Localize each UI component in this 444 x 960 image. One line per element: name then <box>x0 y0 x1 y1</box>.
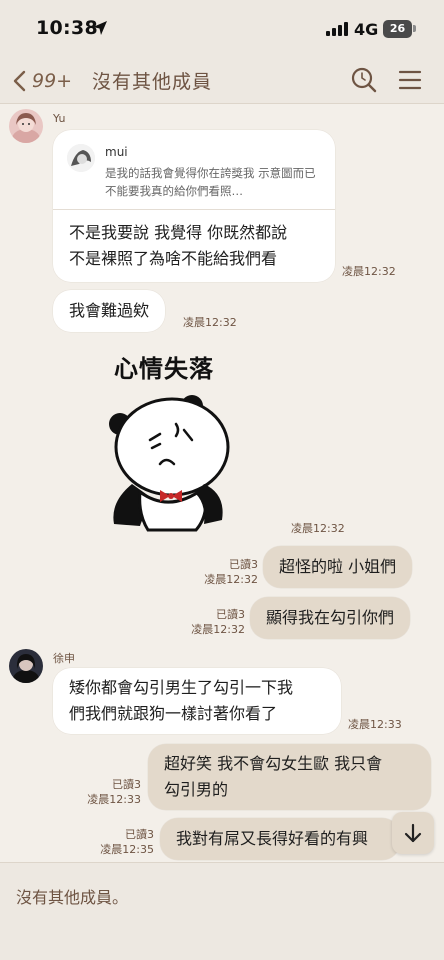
read-receipt: 已讀3 <box>229 558 258 571</box>
location-arrow-icon <box>93 21 107 35</box>
sender-name: 徐申 <box>53 652 75 665</box>
quoted-sender: mui <box>105 145 128 159</box>
message-time: 凌晨12:32 <box>191 623 245 636</box>
unread-count: 99+ <box>32 70 73 92</box>
status-time: 10:38 <box>36 17 98 39</box>
back-button[interactable]: 99+ <box>12 64 78 98</box>
message-bubble[interactable]: 超好笑 我不會勾女生歐 我只會 勾引男的 <box>148 744 431 810</box>
message-time: 凌晨12:32 <box>183 316 237 329</box>
message-text-line: 矮你都會勾引男生了勾引一下我 <box>69 678 294 697</box>
message-bubble[interactable]: 顯得我在勾引你們 <box>250 597 411 639</box>
avatar-image <box>9 649 43 683</box>
message-time: 凌晨12:32 <box>342 265 396 278</box>
read-receipt: 已讀3 <box>216 608 245 621</box>
message-text-line: 不是我要說 我覺得 你既然都說 <box>69 223 288 242</box>
read-receipt: 已讀3 <box>112 778 141 791</box>
menu-icon[interactable] <box>397 67 423 93</box>
message-time: 凌晨12:33 <box>87 793 141 806</box>
battery-icon: 26 <box>383 20 412 38</box>
chevron-left-icon <box>13 70 26 92</box>
search-icon[interactable] <box>350 66 378 94</box>
no-members-notice: 沒有其他成員。 <box>16 888 129 907</box>
battery-cap <box>413 25 416 32</box>
chat-header: 99+ 沒有其他成員 <box>0 58 444 104</box>
arrow-down-icon <box>404 823 422 843</box>
message-text-line: 們我們就跟狗一樣討著你看了 <box>69 704 278 723</box>
avatar-image <box>9 109 43 143</box>
avatar-yu[interactable] <box>9 109 43 143</box>
message-bubble[interactable]: 我會難過欸 <box>53 290 166 332</box>
message-text: 不是我要說 我覺得 你既然都說 不是裸照了為啥不能給我們看 <box>69 220 327 272</box>
sender-name: Yu <box>53 112 66 125</box>
message-time: 凌晨12:32 <box>204 573 258 586</box>
network-type: 4G <box>354 20 379 39</box>
chat-title: 沒有其他成員 <box>92 71 213 93</box>
sticker-caption: 心情失落 <box>114 355 214 383</box>
quoted-message[interactable]: mui 是我的話我會覺得你在誇獎我 示意圖而已 不能要我真的給你們看照… <box>53 130 335 210</box>
signal-icon <box>326 22 348 36</box>
chat-footer: 沒有其他成員。 <box>0 862 444 960</box>
message-bubble[interactable]: 我對有屌又長得好看的有興 <box>160 818 400 860</box>
message-text-line: 不是裸照了為啥不能給我們看 <box>69 249 278 268</box>
message-time: 凌晨12:32 <box>291 522 345 535</box>
message-bubble-reply[interactable]: mui 是我的話我會覺得你在誇獎我 示意圖而已 不能要我真的給你們看照… 不是我… <box>53 130 335 282</box>
message-time: 凌晨12:33 <box>348 718 402 731</box>
quoted-text: 是我的話我會覺得你在誇獎我 示意圖而已 不能要我真的給你們看照… <box>105 166 316 198</box>
chat-area[interactable]: Yu mui 是我的話我會覺得你在誇獎我 示意圖而已 不能要我真的給你們看照… … <box>0 104 444 862</box>
message-bubble[interactable]: 超怪的啦 小姐們 <box>263 546 413 588</box>
message-text-line: 勾引男的 <box>164 780 229 799</box>
status-bar: 10:38 4G 26 <box>0 0 444 58</box>
message-time: 凌晨12:35 <box>100 843 154 856</box>
read-receipt: 已讀3 <box>125 828 154 841</box>
scroll-to-bottom-button[interactable] <box>392 812 434 854</box>
message-text-line: 超好笑 我不會勾女生歐 我只會 <box>164 754 383 773</box>
quoted-avatar <box>67 144 95 172</box>
message-bubble[interactable]: 矮你都會勾引男生了勾引一下我 們我們就跟狗一樣討著你看了 <box>53 668 341 734</box>
avatar-xushen[interactable] <box>9 649 43 683</box>
